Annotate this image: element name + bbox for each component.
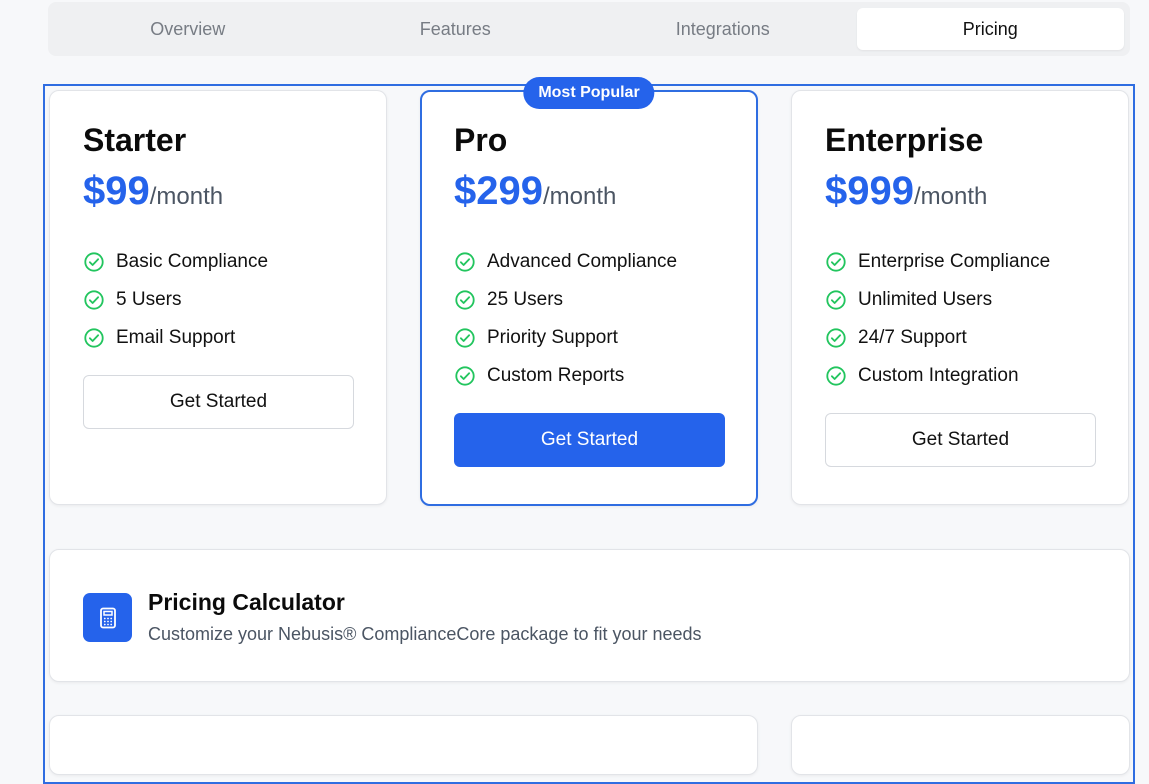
calculator-icon-tile [83,593,132,642]
plan-period: /month [149,183,224,210]
price-row: $999 /month [825,169,1095,213]
feature-item: Basic Compliance [83,243,353,281]
feature-list: Enterprise Compliance Unlimited Users 24… [825,243,1095,395]
calculator-subtitle: Customize your Nebusis® ComplianceCore p… [148,624,702,644]
feature-label: Unlimited Users [858,289,993,310]
get-started-button-pro[interactable]: Get Started [454,413,725,467]
check-circle-icon [455,328,475,348]
feature-label: 5 Users [116,289,182,310]
pricing-calculator-card: Pricing Calculator Customize your Nebusi… [49,549,1130,682]
feature-list: Advanced Compliance 25 Users Priority Su… [454,243,724,395]
feature-label: Enterprise Compliance [858,251,1051,272]
calculator-icon [99,607,116,628]
check-circle-icon [84,252,104,272]
lower-card-right [791,715,1130,775]
calculator-title: Pricing Calculator [148,589,345,615]
plan-price: $999 [825,169,914,213]
feature-label: Custom Integration [858,365,1019,386]
most-popular-badge: Most Popular [523,77,655,109]
plan-name: Pro [454,122,508,158]
check-circle-icon [826,252,846,272]
check-circle-icon [826,290,846,310]
plan-card-enterprise: Enterprise $999 /month Enterprise Compli… [791,90,1129,505]
get-started-button-enterprise[interactable]: Get Started [825,413,1096,467]
plan-period: /month [542,183,617,210]
plan-card-pro: Most Popular Pro $299 /month Advanced Co… [420,77,758,506]
check-circle-icon [826,328,846,348]
plan-name: Enterprise [825,122,984,158]
plan-name: Starter [83,122,187,158]
feature-item: 24/7 Support [825,319,1095,357]
price-row: $299 /month [454,169,724,213]
feature-item: Unlimited Users [825,281,1095,319]
feature-item: 25 Users [454,281,724,319]
check-circle-icon [826,366,846,386]
tab-overview[interactable]: Overview [54,8,322,50]
check-circle-icon [455,252,475,272]
get-started-button-starter[interactable]: Get Started [83,375,354,429]
tab-pricing[interactable]: Pricing [856,8,1124,50]
check-circle-icon [84,290,104,310]
tab-integrations[interactable]: Integrations [589,8,857,50]
plan-price: $299 [454,169,543,213]
check-circle-icon [84,328,104,348]
feature-item: Custom Reports [454,357,724,395]
feature-item: 5 Users [83,281,353,319]
price-row: $99 /month [83,169,353,213]
feature-item: Custom Integration [825,357,1095,395]
feature-label: Basic Compliance [116,251,269,272]
plan-price: $99 [83,169,150,213]
section-tabs: Overview Features Integrations Pricing [48,2,1130,56]
lower-card-left [49,715,758,775]
feature-item: Advanced Compliance [454,243,724,281]
feature-label: Priority Support [487,327,618,348]
feature-label: Email Support [116,327,236,348]
feature-list: Basic Compliance 5 Users Email Support [83,243,353,357]
feature-label: Custom Reports [487,365,625,386]
feature-label: 25 Users [487,289,564,310]
check-circle-icon [455,290,475,310]
check-circle-icon [455,366,475,386]
feature-label: 24/7 Support [858,327,967,348]
feature-item: Email Support [83,319,353,357]
feature-label: Advanced Compliance [487,251,678,272]
feature-item: Enterprise Compliance [825,243,1095,281]
feature-item: Priority Support [454,319,724,357]
tab-features[interactable]: Features [322,8,590,50]
plan-card-starter: Starter $99 /month Basic Compliance 5 Us… [49,90,387,505]
plan-period: /month [913,183,988,210]
